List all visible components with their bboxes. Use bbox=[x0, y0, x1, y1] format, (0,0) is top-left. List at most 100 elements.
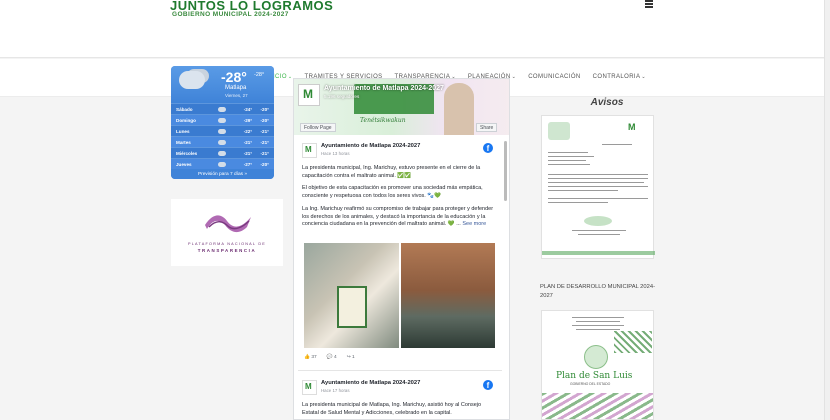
matlapa-logo-icon: M bbox=[305, 382, 312, 391]
aviso-document[interactable]: M bbox=[541, 115, 655, 259]
chevron-down-icon: ⌄ bbox=[287, 74, 293, 80]
forecast-low: -21° bbox=[260, 150, 269, 156]
nav-item-5[interactable]: CONTRALORIA⌄ bbox=[593, 74, 646, 80]
follow-page-button[interactable]: Follow Page bbox=[300, 123, 336, 132]
document-footer-band bbox=[542, 251, 655, 255]
facebook-page-widget[interactable]: Tenétsikwakun M Ayuntamiento de Matlapa … bbox=[293, 78, 510, 420]
forecast-row: Domingo -29° -20° bbox=[171, 114, 274, 125]
facebook-page-name[interactable]: Ayuntamiento de Matlapa 2024-2027 bbox=[324, 85, 444, 92]
likes-count[interactable]: 👍 37 bbox=[304, 355, 317, 360]
plan-desarrollo-heading: PLAN DE DESARROLLO MUNICIPAL 2024-2027 bbox=[540, 284, 656, 299]
plan-desarrollo-document[interactable]: Plan de San Luis GOBIERNO DEL ESTADO bbox=[541, 310, 654, 420]
forecast-row: Miércoles -21° -21° bbox=[171, 147, 274, 158]
weather-widget[interactable]: -28° -28° Matlapa Viernes, 27 Sábado -24°… bbox=[171, 66, 274, 179]
post-avatar[interactable]: M bbox=[302, 380, 317, 395]
facebook-followers: 5.196 seguidores bbox=[324, 94, 360, 99]
facebook-icon[interactable]: f bbox=[483, 143, 493, 153]
cloud-icon bbox=[217, 139, 227, 145]
post-text-3: La Ing. Marichuy reafirmó su compromiso … bbox=[302, 206, 496, 229]
cloud-icon bbox=[217, 150, 227, 156]
document-signature bbox=[584, 216, 612, 226]
forecast-day: Martes bbox=[176, 139, 191, 145]
page-scrollbar[interactable] bbox=[824, 0, 830, 420]
chevron-down-icon: ⌄ bbox=[511, 74, 517, 80]
see-more-link[interactable]: See more bbox=[462, 221, 486, 227]
forecast-day: Sábado bbox=[176, 106, 193, 112]
site-header: JUNTOS LO LOGRAMOS GOBIERNO MUNICIPAL 20… bbox=[0, 0, 830, 58]
post-photo-2[interactable] bbox=[401, 243, 495, 348]
forecast-row: Lunes -22° -21° bbox=[171, 125, 274, 136]
post-text-2: El objetivo de esta capacitación es prom… bbox=[302, 185, 483, 199]
photo-certificate bbox=[337, 286, 367, 328]
forecast-high: -27° bbox=[243, 161, 253, 167]
weather-current: -28° -28° Matlapa Viernes, 27 bbox=[171, 66, 274, 103]
weather-feels: -28° bbox=[254, 72, 265, 78]
plan-decoration-bottom bbox=[542, 393, 653, 419]
post-reactions: 👍 37 💬 4 ↪ 1 bbox=[304, 355, 355, 360]
post-photo-1[interactable] bbox=[304, 243, 399, 348]
forecast-day: Miércoles bbox=[176, 150, 198, 156]
plan-logo-subtitle: GOBIERNO DEL ESTADO bbox=[570, 382, 611, 386]
facebook-page-avatar[interactable]: M bbox=[298, 84, 320, 106]
forecast-day: Jueves bbox=[176, 161, 192, 167]
coat-of-arms-icon bbox=[584, 345, 608, 369]
post-text-1: La presidenta municipal de Matlapa, Ing.… bbox=[302, 402, 482, 416]
shares-count[interactable]: ↪ 1 bbox=[347, 355, 355, 360]
forecast-day: Domingo bbox=[176, 117, 196, 123]
forecast-row: Jueves -27° -20° bbox=[171, 158, 274, 169]
post-author[interactable]: Ayuntamiento de Matlapa 2024-2027 bbox=[321, 143, 420, 149]
nav-item-label: CONTRALORIA bbox=[592, 74, 641, 80]
forecast-low: -20° bbox=[260, 106, 269, 112]
facebook-scrollbar[interactable] bbox=[504, 141, 507, 201]
weather-city: Matlapa bbox=[225, 85, 247, 91]
matlapa-logo-icon: M bbox=[303, 87, 313, 101]
forecast-row: Sábado -24° -20° bbox=[171, 103, 274, 114]
matlapa-logo-icon: M bbox=[628, 122, 636, 132]
weather-forecast: Sábado -24° -20° Domingo -29° -20° Lunes -22° -2… bbox=[171, 103, 274, 169]
cloud-icon bbox=[217, 161, 227, 167]
post-time[interactable]: Hace 13 horas bbox=[321, 151, 350, 156]
facebook-icon[interactable]: f bbox=[483, 380, 493, 390]
facebook-post: M Ayuntamiento de Matlapa 2024-2027 Hace… bbox=[298, 376, 500, 419]
document-stamp-icon bbox=[548, 122, 570, 140]
weather-date: Viernes, 27 bbox=[225, 93, 248, 98]
hamburger-menu-icon[interactable] bbox=[645, 0, 653, 8]
avisos-heading: Avisos bbox=[590, 97, 624, 108]
facebook-cover[interactable]: Tenétsikwakun M Ayuntamiento de Matlapa … bbox=[294, 79, 509, 135]
chevron-down-icon: ⌄ bbox=[641, 74, 646, 80]
transparency-label-main: TRANSPARENCIA bbox=[197, 248, 257, 253]
forecast-low: -20° bbox=[260, 161, 269, 167]
forecast-low: -21° bbox=[260, 128, 269, 134]
weather-more-link[interactable]: Previsión para 7 días » bbox=[171, 169, 274, 179]
forecast-high: -24° bbox=[243, 106, 253, 112]
post-author[interactable]: Ayuntamiento de Matlapa 2024-2027 bbox=[321, 380, 420, 386]
cloud-icon bbox=[217, 128, 227, 134]
forecast-low: -21° bbox=[260, 139, 269, 145]
forecast-high: -29° bbox=[243, 117, 253, 123]
comments-count[interactable]: 💬 4 bbox=[327, 355, 337, 360]
weather-temp: -28° bbox=[221, 69, 247, 85]
nav-item-label: COMUNICACIÓN bbox=[528, 74, 581, 80]
cloud-icon bbox=[217, 106, 227, 112]
forecast-day: Lunes bbox=[176, 128, 190, 134]
transparency-banner[interactable]: PLATAFORMA NACIONAL DE TRANSPARENCIA bbox=[171, 199, 283, 266]
cloud-icon bbox=[217, 117, 227, 123]
post-time[interactable]: Hace 17 horas bbox=[321, 388, 350, 393]
forecast-high: -21° bbox=[243, 150, 253, 156]
post-avatar[interactable]: M bbox=[302, 143, 317, 158]
forecast-row: Martes -21° -21° bbox=[171, 136, 274, 147]
cover-photo-person bbox=[444, 83, 474, 135]
forecast-high: -21° bbox=[243, 139, 253, 145]
matlapa-logo-icon: M bbox=[305, 145, 312, 154]
post-text-1: La presidenta municipal, Ing. Marichuy, … bbox=[302, 165, 481, 179]
forecast-low: -20° bbox=[260, 117, 269, 123]
post-divider bbox=[298, 370, 502, 371]
logo-subtitle: GOBIERNO MUNICIPAL 2024-2027 bbox=[172, 11, 289, 18]
cloud-icon bbox=[179, 71, 205, 89]
nav-item-4[interactable]: COMUNICACIÓN bbox=[528, 74, 580, 80]
cover-signature: Tenétsikwakun bbox=[360, 117, 406, 124]
share-button[interactable]: Share bbox=[476, 123, 498, 132]
transparency-label-top: PLATAFORMA NACIONAL DE bbox=[187, 242, 267, 246]
plan-decoration bbox=[614, 331, 652, 353]
forecast-high: -22° bbox=[243, 128, 253, 134]
